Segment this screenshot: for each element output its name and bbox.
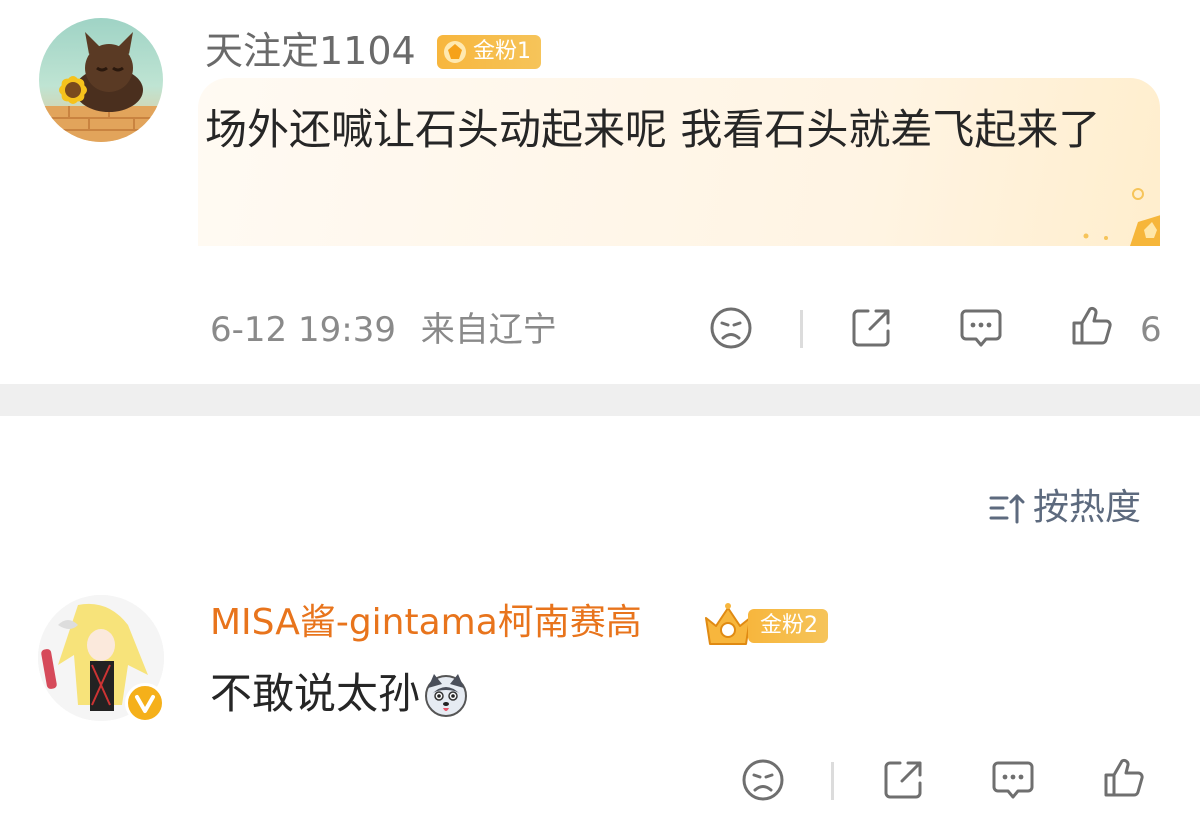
sort-label: 按热度 xyxy=(1033,487,1142,528)
divider xyxy=(831,762,834,800)
sort-icon xyxy=(989,494,1025,524)
gem-icon xyxy=(444,41,466,63)
share-icon[interactable] xyxy=(848,305,894,351)
comment-icon[interactable] xyxy=(990,757,1036,803)
fan-badge[interactable]: 金粉2 xyxy=(748,609,828,643)
star-decoration-icon xyxy=(1083,188,1160,246)
location: 来自辽宁 xyxy=(420,310,557,350)
avatar[interactable] xyxy=(39,18,163,142)
comment-text-row: 不敢说太孙 xyxy=(210,664,470,724)
v-check-icon xyxy=(135,695,155,713)
comment-meta: 6-12 19:39 来自辽宁 xyxy=(210,308,557,352)
husky-dog-emoji-icon xyxy=(425,674,468,717)
cat-avatar-icon xyxy=(39,32,163,142)
like-count: 6 xyxy=(1140,310,1162,350)
verified-badge-icon xyxy=(125,683,165,723)
thumbs-up-icon[interactable] xyxy=(1100,755,1146,801)
fan-badge[interactable]: 金粉1 xyxy=(437,35,541,69)
sort-button[interactable]: 按热度 xyxy=(987,486,1141,530)
sad-face-icon[interactable] xyxy=(740,757,786,803)
badge-label: 金粉1 xyxy=(473,39,531,64)
divider xyxy=(800,310,803,348)
comment-feed: 天注定1104 金粉1 场外还喊让石头动起来呢 我看石头就差飞起来了 6-12 … xyxy=(0,0,1200,830)
comment-text: 场外还喊让石头动起来呢 我看石头就差飞起来了 xyxy=(205,105,1101,154)
section-separator xyxy=(0,384,1200,416)
comment-icon[interactable] xyxy=(958,305,1004,351)
share-icon[interactable] xyxy=(880,757,926,803)
username[interactable]: MISA酱-gintama柯南赛高 xyxy=(210,598,642,648)
thumbs-up-icon[interactable] xyxy=(1068,303,1114,349)
timestamp: 6-12 19:39 xyxy=(210,310,396,350)
comment-text: 不敢说太孙 xyxy=(210,669,421,718)
username[interactable]: 天注定1104 xyxy=(205,26,416,76)
comment-item: 天注定1104 金粉1 场外还喊让石头动起来呢 我看石头就差飞起来了 6-12 … xyxy=(0,0,1200,385)
sad-face-icon[interactable] xyxy=(708,305,754,351)
badge-label: 金粉2 xyxy=(760,613,818,638)
